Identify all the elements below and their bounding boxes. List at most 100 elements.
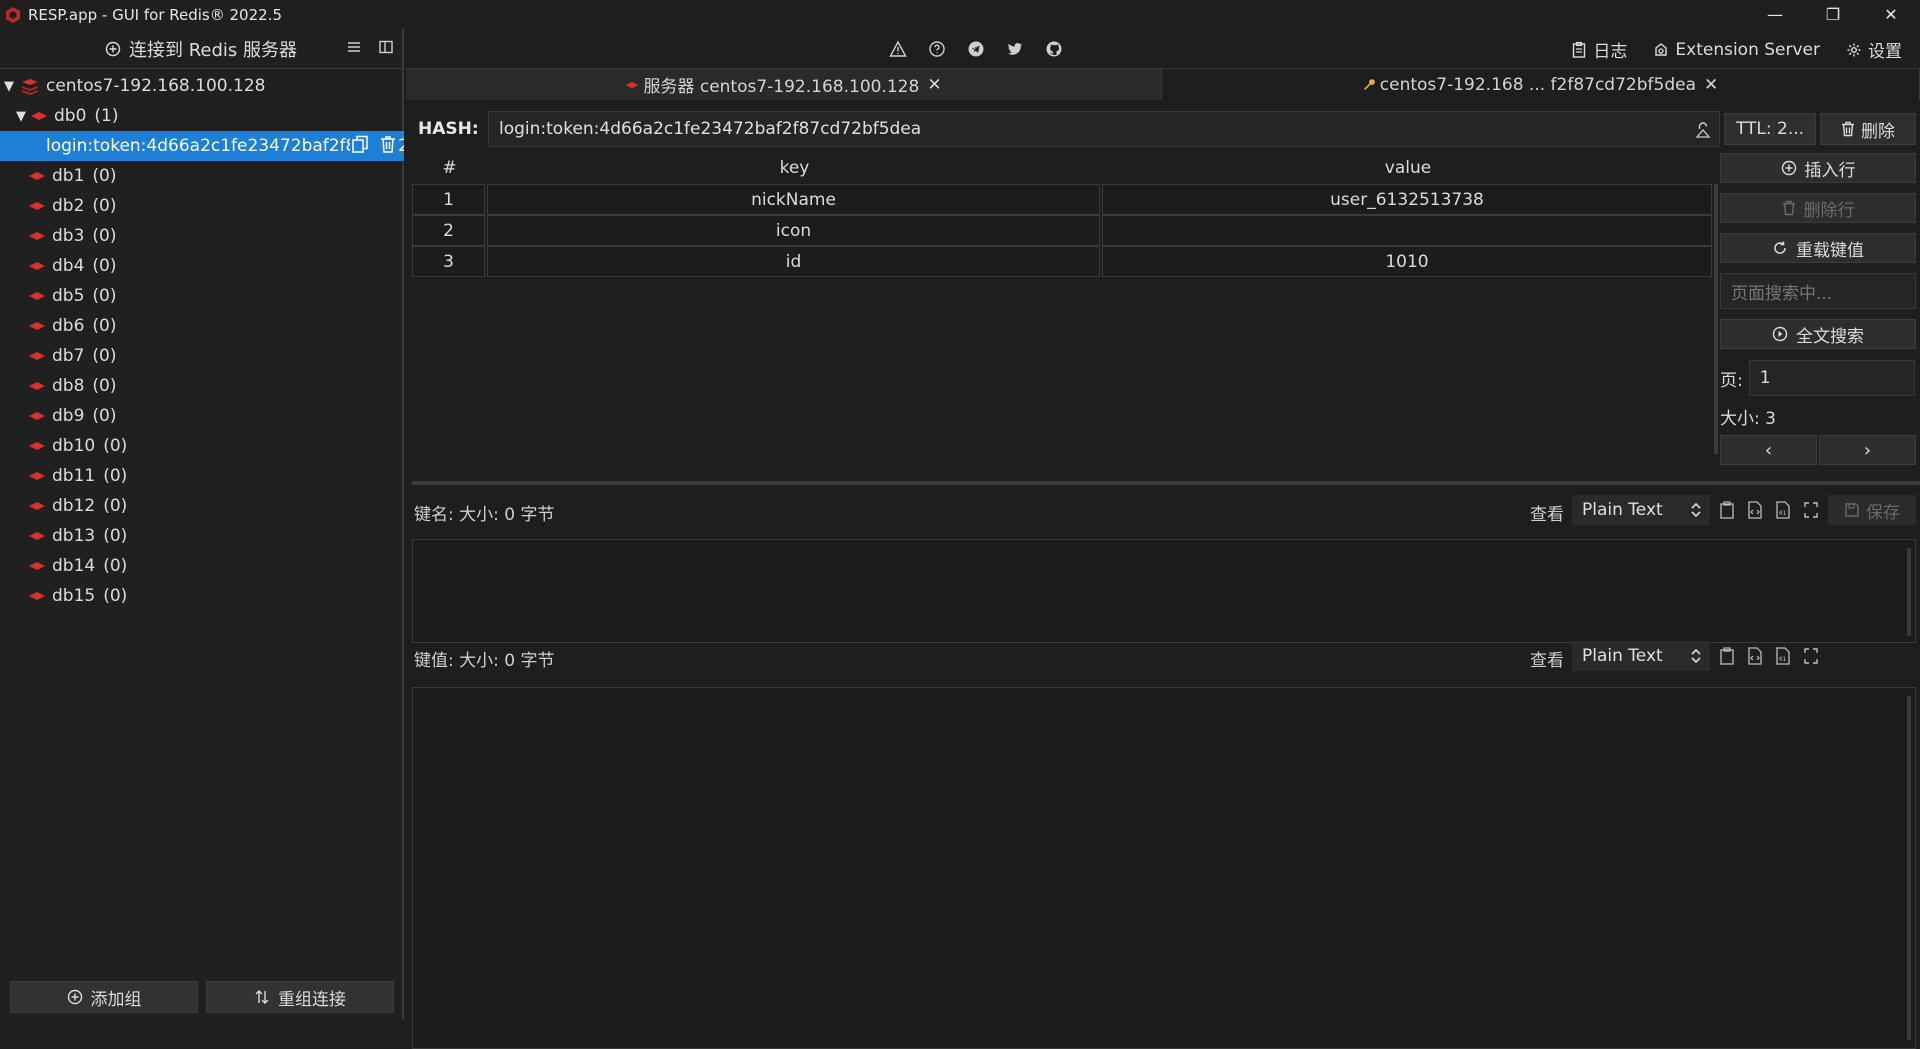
row-value[interactable]: 1010 (1102, 246, 1712, 277)
telegram-icon[interactable] (967, 40, 985, 58)
clipboard-icon[interactable] (1718, 500, 1736, 520)
tab-key-view[interactable]: centos7-192.168 ... f2f87cd72bf5dea ✕ (1162, 69, 1920, 100)
code-file-icon[interactable] (1746, 646, 1764, 666)
db-node[interactable]: db9 (0) (0, 401, 402, 431)
database-icon (29, 472, 45, 480)
github-icon[interactable] (1045, 40, 1063, 58)
fulltext-search-button[interactable]: 全文搜索 (1720, 319, 1916, 349)
fullscreen-icon[interactable] (1802, 500, 1820, 520)
ttl-label: TTL: 2... (1735, 119, 1805, 139)
splitter-handle[interactable] (412, 481, 1920, 485)
delete-row-button[interactable]: 删除行 (1720, 193, 1916, 223)
db-name: db15 (52, 586, 96, 606)
code-file-icon[interactable] (1746, 500, 1764, 520)
row-key[interactable]: id (487, 246, 1100, 277)
trash-icon[interactable] (378, 134, 398, 154)
selected-key-node[interactable]: login:token:4d66a2c1fe23472baf2f87cd72bf… (0, 131, 404, 161)
db-node[interactable]: db2 (0) (0, 191, 402, 221)
row-key[interactable]: icon (487, 215, 1100, 246)
db-node[interactable]: db11 (0) (0, 461, 402, 491)
server-node[interactable]: ▼ centos7-192.168.100.128 (0, 71, 402, 101)
save-button[interactable]: 保存 (1828, 495, 1916, 525)
clipboard-icon[interactable] (1718, 646, 1736, 666)
connection-tree: ▼ centos7-192.168.100.128 ▼ db0 (1) logi… (0, 69, 404, 611)
close-icon[interactable]: ✕ (1862, 0, 1920, 29)
column-header-number[interactable]: # (412, 152, 487, 184)
db-node[interactable]: db5 (0) (0, 281, 402, 311)
key-editor-textarea[interactable] (412, 539, 1916, 643)
binary-file-icon[interactable]: 01 (1774, 500, 1792, 520)
warning-icon[interactable] (889, 40, 907, 58)
db-node[interactable]: db6 (0) (0, 311, 402, 341)
expand-arrow-icon[interactable]: ▼ (14, 109, 28, 124)
expand-arrow-icon[interactable]: ▼ (2, 79, 16, 94)
db-node[interactable]: db12 (0) (0, 491, 402, 521)
list-view-icon[interactable] (346, 39, 362, 55)
db-name: db9 (52, 406, 85, 426)
db-node[interactable]: db1 (0) (0, 161, 402, 191)
insert-row-button[interactable]: 插入行 (1720, 153, 1916, 183)
db-node[interactable]: db15 (0) (0, 581, 402, 611)
delete-key-button[interactable]: 删除 (1820, 113, 1916, 145)
split-view-icon[interactable] (378, 39, 394, 55)
fullscreen-icon[interactable] (1802, 646, 1820, 666)
db-node[interactable]: db13 (0) (0, 521, 402, 551)
row-value[interactable] (1102, 215, 1712, 246)
db-key-count: (0) (103, 586, 128, 606)
close-icon[interactable]: ✕ (927, 75, 941, 95)
db-key-count: (0) (103, 436, 128, 456)
reload-button[interactable]: 重载键值 (1720, 233, 1916, 263)
db-node[interactable]: db8 (0) (0, 371, 402, 401)
binary-file-icon[interactable]: 01 (1774, 646, 1792, 666)
page-search-input[interactable]: 页面搜索中... (1720, 273, 1916, 309)
ttl-button[interactable]: TTL: 2... (1724, 113, 1816, 145)
close-icon[interactable]: ✕ (1704, 75, 1718, 95)
db-name: db6 (52, 316, 85, 336)
settings-label: 设置 (1868, 42, 1902, 62)
reconnect-button[interactable]: 重组连接 (206, 981, 394, 1013)
copy-icon[interactable] (350, 134, 370, 154)
db-name: db12 (52, 496, 96, 516)
tab-server-info[interactable]: 服务器 centos7-192.168.100.128 ✕ (406, 69, 1162, 100)
rename-icon[interactable] (1695, 121, 1711, 139)
settings-link[interactable]: 设置 (1846, 37, 1902, 62)
connect-bar: 连接到 Redis 服务器 (0, 29, 402, 69)
view-mode-select[interactable]: Plain Text (1572, 495, 1710, 525)
db-node[interactable]: db3 (0) (0, 221, 402, 251)
restore-icon[interactable]: ❐ (1804, 0, 1862, 29)
table-scrollbar[interactable] (1714, 184, 1718, 454)
value-editor-textarea[interactable] (412, 687, 1916, 1049)
column-header-value[interactable]: value (1102, 152, 1714, 184)
db-node[interactable]: db7 (0) (0, 341, 402, 371)
prev-page-button[interactable]: ‹ (1720, 435, 1817, 465)
db-node[interactable]: db10 (0) (0, 431, 402, 461)
log-link[interactable]: 日志 (1571, 37, 1627, 62)
next-page-button[interactable]: › (1819, 435, 1916, 465)
db-name: db1 (52, 166, 85, 186)
key-name-field[interactable]: login:token:4d66a2c1fe23472baf2f87cd72bf… (488, 111, 1720, 147)
row-value[interactable]: user_6132513738 (1102, 184, 1712, 215)
db-node[interactable]: ▼ db0 (1) (0, 101, 402, 131)
db-node[interactable]: db4 (0) (0, 251, 402, 281)
clipboard-icon (1573, 41, 1586, 58)
minimize-icon[interactable]: — (1746, 0, 1804, 29)
help-icon[interactable] (928, 40, 946, 58)
editor-scrollbar[interactable] (1907, 548, 1911, 636)
table-row[interactable]: 1 nickName user_6132513738 (412, 184, 1718, 215)
column-header-key[interactable]: key (487, 152, 1102, 184)
add-group-button[interactable]: 添加组 (10, 981, 198, 1013)
value-editor-label: 键值: 大小: 0 字节 (414, 651, 555, 671)
db-key-count: (0) (92, 346, 117, 366)
connect-server-button[interactable]: 连接到 Redis 服务器 (105, 36, 297, 62)
db-node[interactable]: db14 (0) (0, 551, 402, 581)
table-row[interactable]: 2 icon (412, 215, 1718, 246)
row-key[interactable]: nickName (487, 184, 1100, 215)
table-row[interactable]: 3 id 1010 (412, 246, 1718, 277)
database-icon (29, 502, 45, 510)
view-mode-select[interactable]: Plain Text (1572, 641, 1710, 671)
extension-server-link[interactable]: Extension Server (1653, 37, 1820, 62)
page-input[interactable]: 1 (1748, 360, 1915, 396)
editor-scrollbar[interactable] (1907, 696, 1911, 1040)
twitter-icon[interactable] (1006, 40, 1024, 58)
connect-server-label: 连接到 Redis 服务器 (128, 39, 298, 61)
